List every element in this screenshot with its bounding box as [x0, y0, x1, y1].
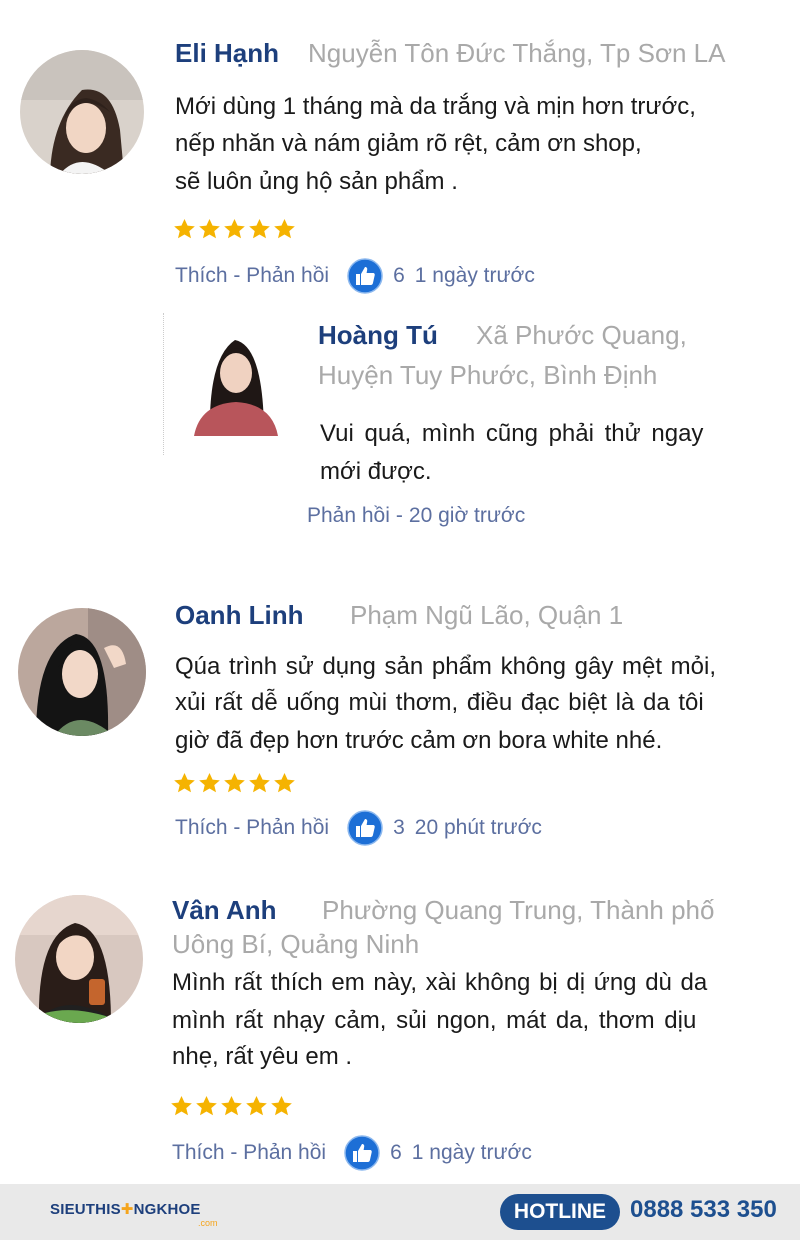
reply-name[interactable]: Hoàng Tú	[318, 320, 438, 351]
avatar[interactable]	[20, 50, 144, 174]
like-reply-link[interactable]: Thích - Phản hồi	[172, 1141, 326, 1165]
star-icon	[195, 1095, 218, 1117]
comment-actions: Thích - Phản hồi 6 1 ngày trước	[172, 1135, 532, 1171]
reply-link[interactable]: Phản hồi	[307, 504, 390, 528]
timestamp: 1 ngày trước	[414, 264, 535, 287]
comment-text-line: sẽ luôn ủng hộ sản phẩm .	[175, 168, 458, 195]
reply-text-line: mới được.	[320, 458, 432, 485]
like-reply-link[interactable]: Thích - Phản hồi	[175, 816, 329, 840]
footer-bar: SIEUTHIS✚NGKHOE .com HOTLINE 0888 533 35…	[0, 1184, 800, 1240]
star-icon	[198, 772, 221, 794]
commenter-location: Phường Quang Trung, Thành phố	[322, 895, 715, 925]
timestamp: 20 phút trước	[414, 816, 542, 839]
comment-text-line: Mới dùng 1 tháng mà da trắng và mịn hơn …	[175, 93, 696, 120]
commenter-location: Phạm Ngũ Lão, Quận 1	[350, 600, 624, 630]
brand-text-left: SIEUTHIS	[50, 1201, 121, 1218]
star-icon	[248, 772, 271, 794]
brand-text-right: NGKHOE	[133, 1201, 201, 1218]
brand-domain: .com	[198, 1218, 218, 1228]
star-icon	[270, 1095, 293, 1117]
like-icon[interactable]	[344, 1135, 380, 1171]
brand-logo[interactable]: SIEUTHIS✚NGKHOE	[50, 1200, 201, 1218]
comment-text-line: Qúa trình sử dụng sản phẩm không gây mệt…	[175, 653, 717, 680]
comment-text-line: mình rất nhạy cảm, sủi ngon, mát da, thơ…	[172, 1007, 697, 1034]
reply-actions: Phản hồi - 20 giờ trước	[307, 504, 526, 528]
star-icon	[223, 218, 246, 240]
like-icon[interactable]	[347, 810, 383, 846]
comment-text-line: Mình rất thích em này, xài không bị dị ứ…	[172, 969, 708, 996]
star-icon	[173, 772, 196, 794]
commenter-location: Nguyễn Tôn Đức Thắng, Tp Sơn LA	[308, 38, 726, 68]
star-icon	[273, 218, 296, 240]
star-icon	[220, 1095, 243, 1117]
star-icon	[245, 1095, 268, 1117]
comment-text-line: nhẹ, rất yêu em .	[172, 1043, 353, 1070]
reply-location: Huyện Tuy Phước, Bình Định	[318, 360, 658, 390]
like-reply-link[interactable]: Thích - Phản hồi	[175, 264, 329, 288]
star-icon	[223, 772, 246, 794]
commenter-name[interactable]: Eli Hạnh	[175, 38, 279, 69]
comment-text-line: giờ đã đẹp hơn trước cảm ơn bora white n…	[175, 727, 663, 754]
star-rating	[173, 772, 296, 794]
star-icon	[173, 218, 196, 240]
comment-text-line: nếp nhăn và nám giảm rõ rệt, cảm ơn shop…	[175, 130, 642, 157]
timestamp: 20 giờ trước	[408, 504, 526, 527]
comment-actions: Thích - Phản hồi 3 20 phút trước	[175, 810, 542, 846]
commenter-location: Uông Bí, Quảng Ninh	[172, 929, 420, 959]
like-icon[interactable]	[347, 258, 383, 294]
like-count: 6	[390, 1141, 402, 1164]
comment-text-line: xủi rất dễ uống mùi thơm, điều đạc biệt …	[175, 689, 704, 716]
commenter-name[interactable]: Oanh Linh	[175, 600, 304, 631]
like-count: 6	[393, 264, 405, 287]
avatar[interactable]	[18, 608, 146, 736]
like-count: 3	[393, 816, 405, 839]
avatar[interactable]	[180, 318, 290, 436]
commenter-name[interactable]: Vân Anh	[172, 895, 276, 926]
star-icon	[198, 218, 221, 240]
timestamp: 1 ngày trước	[411, 1141, 532, 1164]
star-icon	[170, 1095, 193, 1117]
comment-actions: Thích - Phản hồi 6 1 ngày trước	[175, 258, 535, 294]
star-rating	[170, 1095, 293, 1117]
reply-location: Xã Phước Quang,	[476, 320, 687, 350]
star-icon	[248, 218, 271, 240]
star-icon	[273, 772, 296, 794]
hotline-button[interactable]: HOTLINE	[500, 1194, 620, 1230]
star-rating	[173, 218, 296, 240]
reply-text-line: Vui quá, mình cũng phải thử ngay	[320, 420, 704, 447]
avatar[interactable]	[15, 895, 143, 1023]
hotline-number[interactable]: 0888 533 350	[630, 1196, 777, 1224]
health-cross-icon: ✚	[120, 1201, 134, 1218]
